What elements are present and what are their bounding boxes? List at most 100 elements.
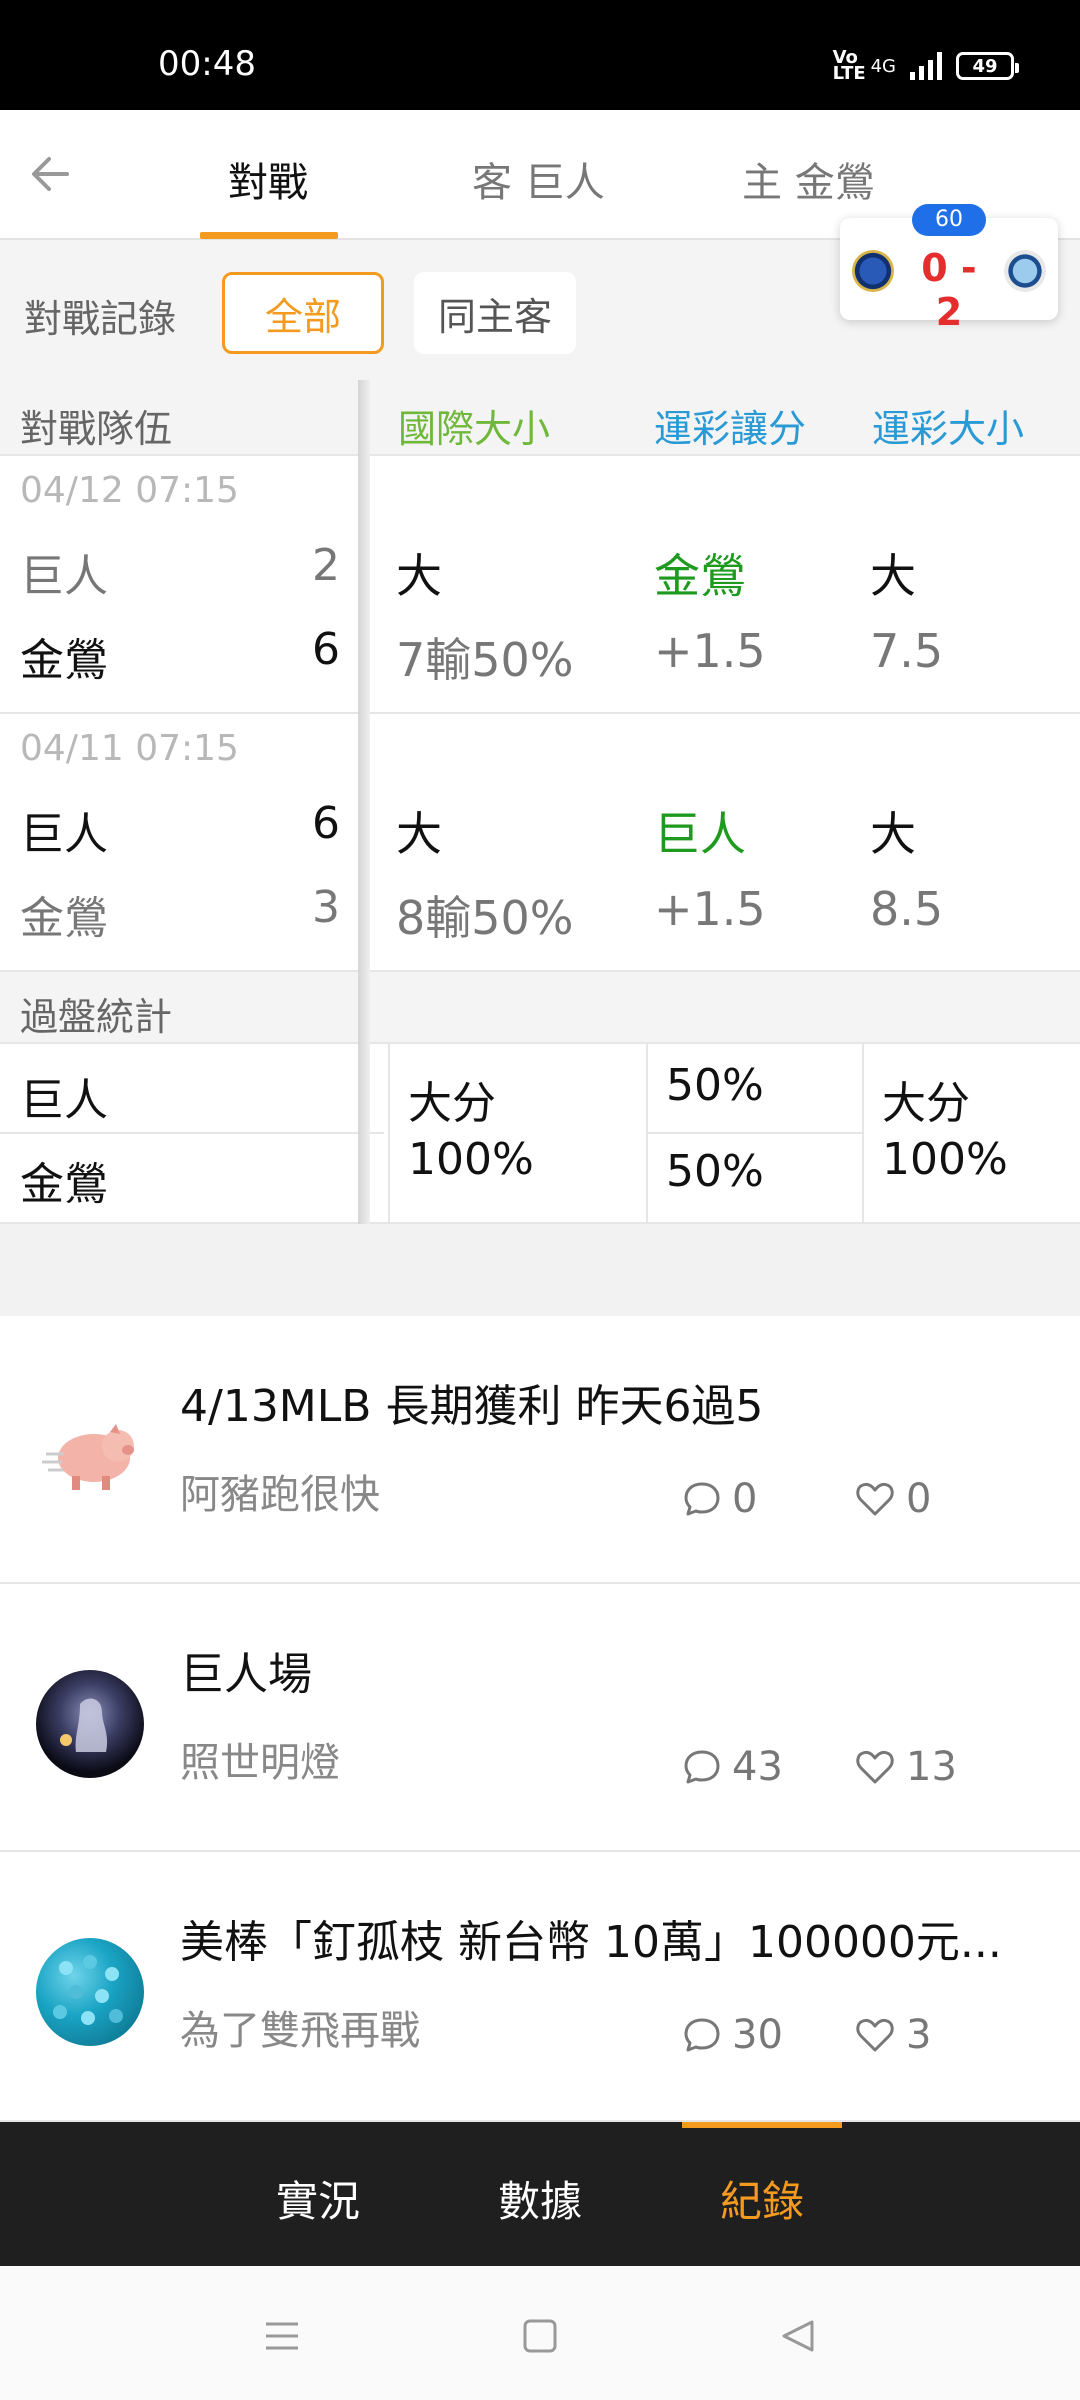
intl-result: 大 <box>396 549 442 603</box>
like-count[interactable]: 0 <box>854 1476 931 1522</box>
stats-table: 巨人 金鶯 大分 100% 50% 50% 大分 100% <box>0 1044 1080 1224</box>
filter-same-venue-button[interactable]: 同主客 <box>414 272 576 354</box>
stats-section-title: 過盤統計 <box>0 972 1080 1044</box>
list-item[interactable]: 4/13MLB 長期獲利 昨天6過5 阿豬跑很快 0 0 <box>0 1316 1080 1584</box>
status-time: 00:48 <box>158 44 256 84</box>
battery-level: 49 <box>972 55 998 77</box>
stats-title: 過盤統計 <box>20 995 173 1039</box>
like-count[interactable]: 13 <box>854 1744 957 1790</box>
list-item[interactable]: 美棒「釘孤枝 新台幣 10萬」100000元... 為了雙飛再戰 30 3 <box>0 1852 1080 2122</box>
match-minute-badge: 60 <box>912 204 986 236</box>
filter-label: 對戰記錄 <box>24 297 177 341</box>
post-author: 照世明燈 <box>180 1740 340 1786</box>
list-item[interactable]: 巨人場 照世明燈 43 13 <box>0 1584 1080 1852</box>
comment-count-value: 30 <box>732 2012 783 2058</box>
chelsea-logo-icon <box>852 250 894 292</box>
header-teams: 對戰隊伍 <box>20 407 173 451</box>
away-team: 巨人 <box>20 809 108 860</box>
match-date: 04/12 07:15 <box>20 470 239 511</box>
menu-button[interactable] <box>252 2306 312 2366</box>
comment-icon <box>684 2018 720 2052</box>
home-square-icon <box>523 2319 557 2353</box>
divider <box>0 1132 384 1134</box>
spread-winner: 巨人 <box>654 807 746 861</box>
stats-team-away: 巨人 <box>20 1075 108 1126</box>
back-arrow-icon <box>32 157 69 191</box>
stats-team-home: 金鶯 <box>20 1159 108 1210</box>
lamp-avatar <box>36 1670 144 1778</box>
tab-records[interactable]: 紀錄 <box>720 2168 804 2229</box>
ou-result: 大 <box>870 807 916 861</box>
divider <box>862 1044 864 1222</box>
post-author: 阿豬跑很快 <box>180 1472 380 1518</box>
home-button[interactable] <box>510 2306 570 2366</box>
heart-icon <box>856 1750 894 1784</box>
signal-icon <box>910 52 942 80</box>
back-nav-button[interactable] <box>768 2306 828 2366</box>
intl-detail: 8輸50% <box>396 891 574 945</box>
intl-result: 大 <box>396 807 442 861</box>
spread-value: +1.5 <box>654 624 766 678</box>
back-triangle-icon <box>782 2320 814 2352</box>
stats-spread-home: 50% <box>666 1146 764 1197</box>
stats-lottery-ou: 大分 100% <box>882 1078 1008 1185</box>
post-title: 巨人場 <box>180 1649 312 1700</box>
bottom-tab-bar: 實況 數據 紀錄 <box>0 2122 1080 2266</box>
comment-count[interactable]: 30 <box>682 2012 783 2058</box>
network-type: 4G <box>870 55 896 77</box>
heart-icon <box>856 2018 894 2052</box>
section-gap <box>0 1224 1080 1316</box>
tab-live[interactable]: 實況 <box>276 2168 360 2229</box>
header-spread: 運彩讓分 <box>654 407 807 451</box>
comment-count-value: 43 <box>732 1744 783 1790</box>
table-header: 對戰隊伍 國際大小 運彩讓分 運彩大小 <box>0 380 1080 456</box>
comment-icon <box>684 1482 720 1516</box>
away-team: 巨人 <box>20 551 108 602</box>
heart-icon <box>856 1482 894 1516</box>
beads-avatar <box>36 1938 144 2046</box>
table-row: 04/12 07:15 巨人 2 金鶯 6 大 7輸50% 金鶯 +1.5 大 … <box>0 456 1080 714</box>
stats-intl-ou: 大分 100% <box>408 1078 534 1185</box>
filter-all-button[interactable]: 全部 <box>222 272 384 354</box>
battery-icon: 49 <box>956 52 1019 80</box>
comment-count[interactable]: 0 <box>682 1476 757 1522</box>
ou-value: 8.5 <box>870 882 944 936</box>
tab-indicator <box>200 232 338 239</box>
divider <box>648 1132 862 1134</box>
spread-winner: 金鶯 <box>654 549 746 603</box>
tab-stats[interactable]: 數據 <box>498 2168 582 2229</box>
away-score: 2 <box>312 540 340 591</box>
post-author: 為了雙飛再戰 <box>180 2008 420 2054</box>
stats-spread-away: 50% <box>666 1060 764 1111</box>
post-title: 美棒「釘孤枝 新台幣 10萬」100000元... <box>180 1917 1002 1968</box>
pig-avatar <box>36 1402 144 1510</box>
tab-home-team[interactable]: 主 金鶯 <box>742 150 875 208</box>
live-score-card[interactable]: 60 0 - 2 <box>840 204 1058 334</box>
status-icons: Vo LTE 4G 49 <box>832 47 1019 84</box>
man-city-logo-icon <box>1004 250 1046 292</box>
frozen-column-shadow <box>358 380 370 1224</box>
like-count[interactable]: 3 <box>854 2012 931 2058</box>
match-date: 04/11 07:15 <box>20 728 239 769</box>
ou-result: 大 <box>870 549 916 603</box>
away-score: 6 <box>312 798 340 849</box>
post-title: 4/13MLB 長期獲利 昨天6過5 <box>180 1381 764 1432</box>
system-nav-bar <box>0 2266 1080 2400</box>
status-bar: 00:48 Vo LTE 4G 49 <box>0 0 1080 110</box>
table-row: 04/11 07:15 巨人 6 金鶯 3 大 8輸50% 巨人 +1.5 大 … <box>0 714 1080 972</box>
tab-matchup[interactable]: 對戰 <box>228 150 308 208</box>
comment-count[interactable]: 43 <box>682 1744 783 1790</box>
back-button[interactable] <box>22 146 78 202</box>
comment-count-value: 0 <box>732 1476 758 1522</box>
divider <box>388 1044 390 1222</box>
spread-value: +1.5 <box>654 882 766 936</box>
tab-away-team[interactable]: 客 巨人 <box>472 150 605 208</box>
intl-detail: 7輸50% <box>396 633 574 687</box>
comment-icon <box>684 1750 720 1784</box>
menu-icon <box>266 2322 298 2350</box>
volte-icon: Vo LTE <box>832 47 866 84</box>
header-lottery-ou: 運彩大小 <box>872 407 1025 451</box>
bottom-tab-indicator <box>682 2122 842 2128</box>
ou-value: 7.5 <box>870 624 944 678</box>
header-intl-ou: 國際大小 <box>398 407 551 451</box>
